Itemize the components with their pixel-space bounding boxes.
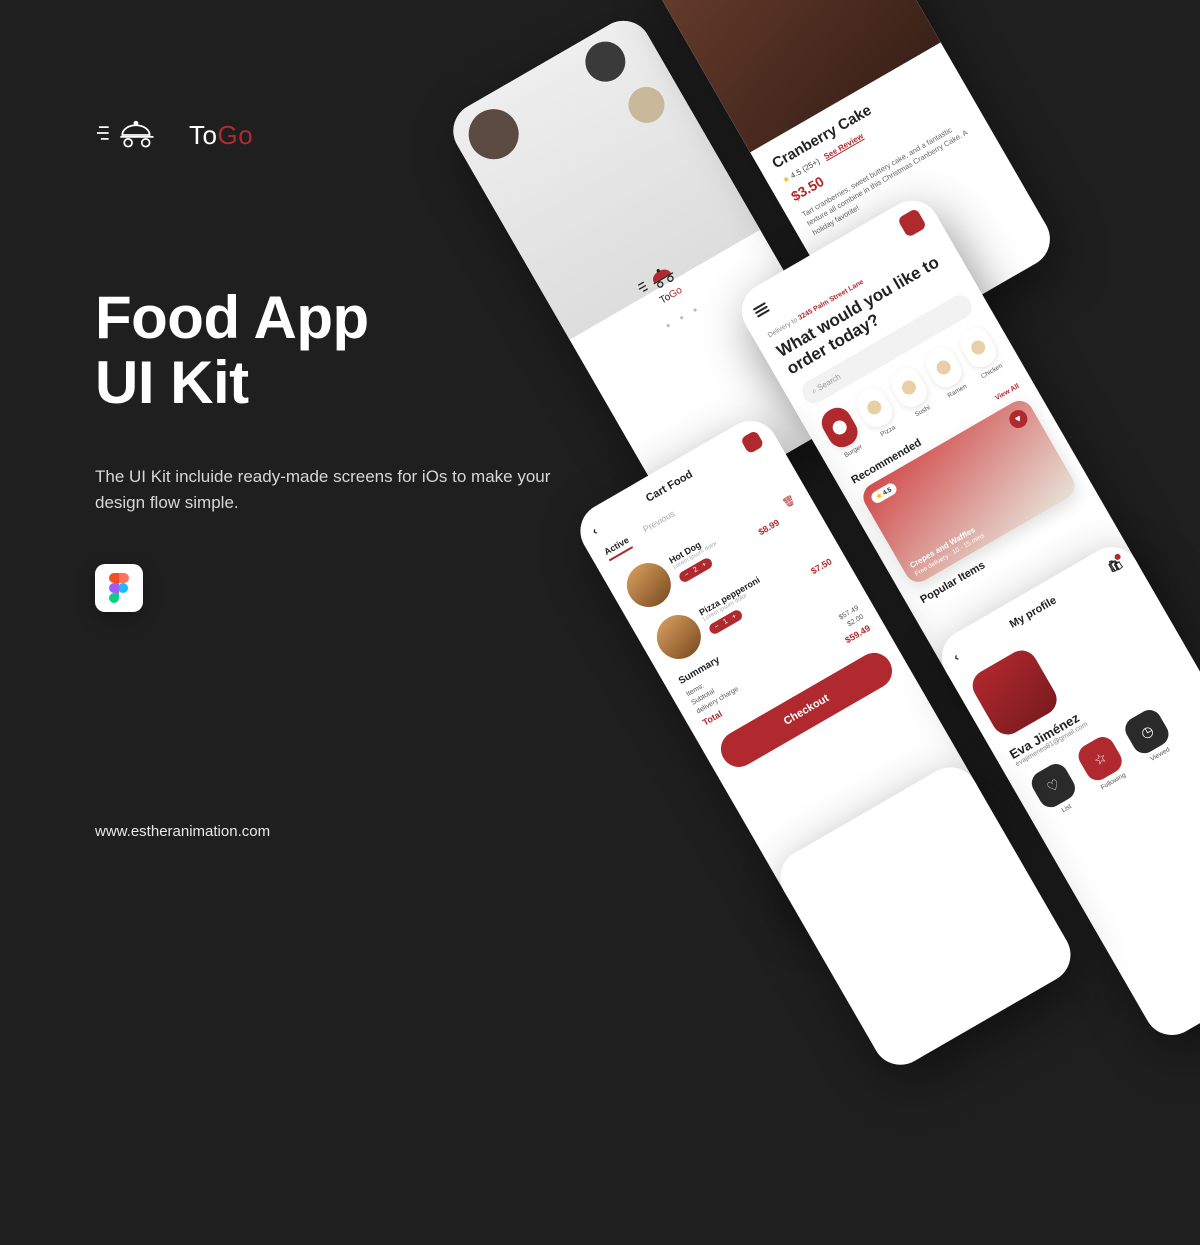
back-icon[interactable]: ‹ — [951, 650, 961, 664]
view-all-link[interactable]: View All — [994, 382, 1020, 401]
website-url: www.estheranimation.com — [95, 823, 270, 840]
brand-wordmark: ToGo — [189, 120, 253, 151]
cloche-cart-icon — [95, 115, 173, 156]
favorite-icon[interactable]: ♥ — [1006, 407, 1031, 432]
avatar[interactable] — [897, 208, 927, 238]
rating-chip: ★ 4.5 — [869, 481, 898, 505]
menu-icon[interactable] — [753, 302, 770, 318]
back-icon[interactable]: ‹ — [589, 524, 601, 542]
figma-badge — [95, 564, 143, 612]
profile-title: My profile — [1008, 594, 1059, 630]
trash-icon[interactable]: 🗑 — [780, 494, 799, 513]
cart-icon[interactable]: 🛍 — [1105, 556, 1124, 575]
